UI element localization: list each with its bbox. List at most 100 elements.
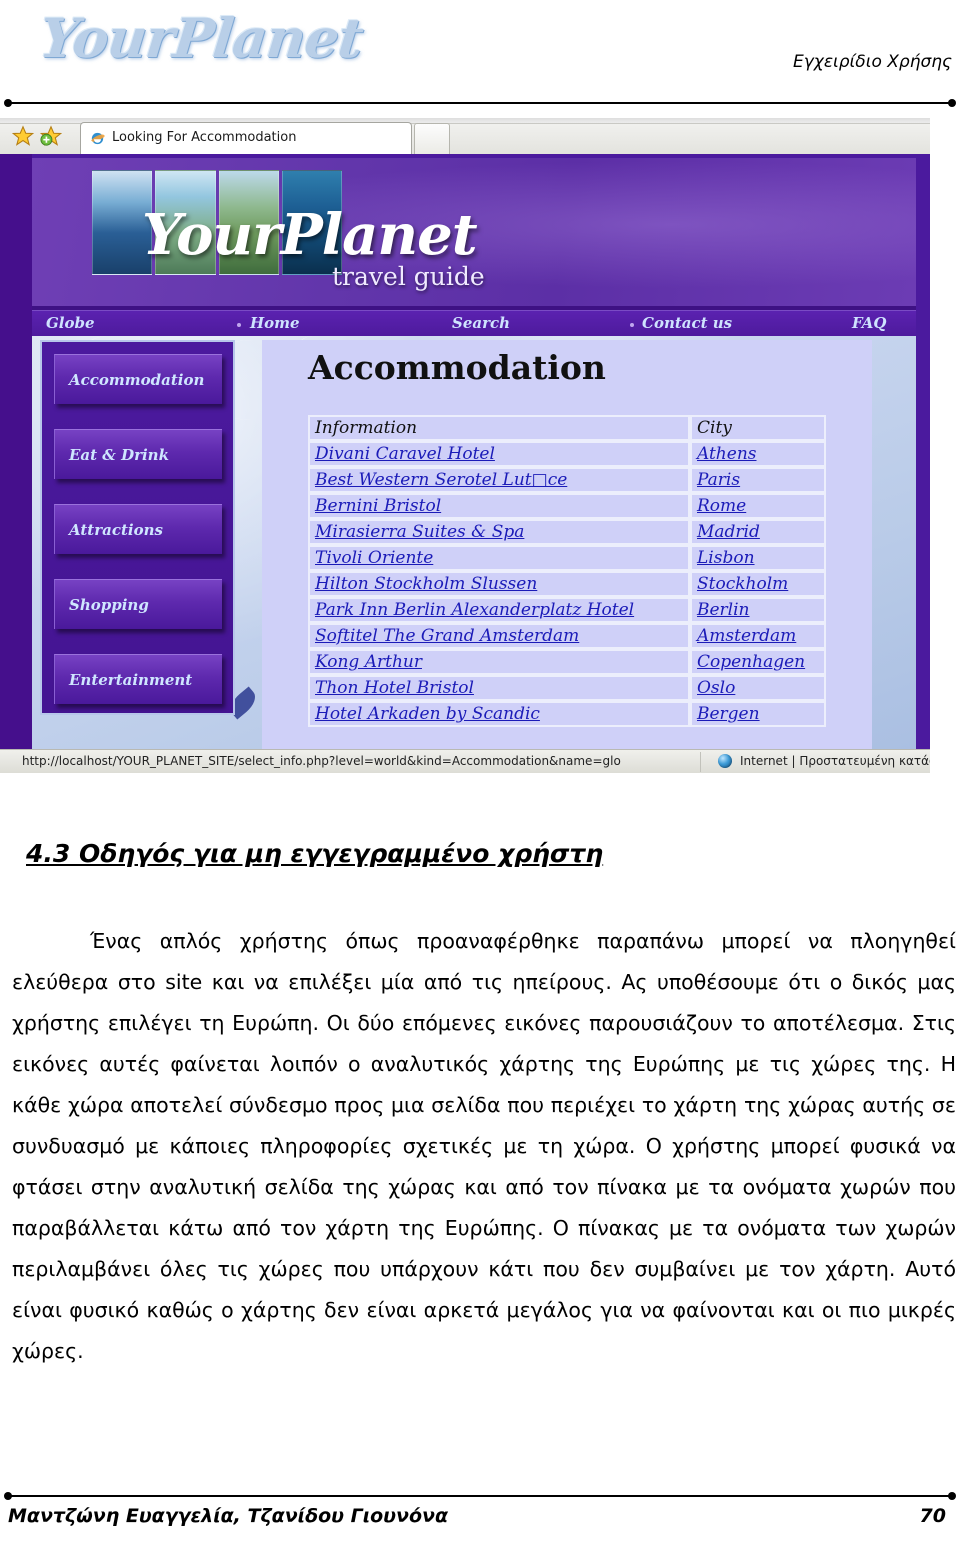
header-rule-dot-right <box>948 99 956 107</box>
browser-tab-title: Looking For Accommodation <box>112 130 297 145</box>
cell-information: Bernini Bristol <box>308 493 690 519</box>
table-row: Kong Arthur Copenhagen <box>308 649 826 675</box>
table-row: Tivoli Oriente Lisbon <box>308 545 826 571</box>
table-row: Hotel Arkaden by Scandic Bergen <box>308 701 826 727</box>
cell-information: Tivoli Oriente <box>308 545 690 571</box>
header-rule <box>4 99 956 107</box>
sidebar-item-label: Attractions <box>69 520 163 539</box>
footer-rule-line <box>8 1495 952 1497</box>
internet-explorer-icon <box>89 130 106 147</box>
sidebar-item-label: Shopping <box>69 595 149 614</box>
hotel-link[interactable]: Mirasierra Suites & Spa <box>315 522 524 542</box>
cell-information: Best Western Serotel Lut□ce <box>308 467 690 493</box>
footer-rule-dot-right <box>948 1492 956 1500</box>
section-paragraph: Ένας απλός χρήστης όπως προαναφέρθηκε πα… <box>12 928 956 1363</box>
cell-information: Hotel Arkaden by Scandic <box>308 701 690 727</box>
hotel-link[interactable]: Softitel The Grand Amsterdam <box>315 626 579 646</box>
cell-city: Paris <box>690 467 826 493</box>
sidebar-item-shopping[interactable]: Shopping <box>54 579 222 629</box>
nav-item-search[interactable]: Search <box>452 314 510 332</box>
nav-item-globe[interactable]: Globe <box>46 314 95 332</box>
hotel-link[interactable]: Kong Arthur <box>315 652 422 672</box>
city-link[interactable]: Bergen <box>697 704 760 724</box>
section-heading: 4.3 Οδηγός για μη εγγεγραμμένο χρήστη <box>26 838 604 868</box>
cell-information: Divani Caravel Hotel <box>308 441 690 467</box>
nav-bullet-icon <box>630 323 634 327</box>
column-header-information: Information <box>308 415 690 441</box>
cell-information: Park Inn Berlin Alexanderplatz Hotel <box>308 597 690 623</box>
nav-item-contact-us[interactable]: Contact us <box>642 314 732 332</box>
site-content-panel: Accommodation Information City Divani Ca… <box>262 340 872 749</box>
table-row: Mirasierra Suites & Spa Madrid <box>308 519 826 545</box>
footer-page-number: 70 <box>919 1505 946 1527</box>
table-row: Bernini Bristol Rome <box>308 493 826 519</box>
cell-city: Copenhagen <box>690 649 826 675</box>
hotel-link[interactable]: Tivoli Oriente <box>315 548 433 568</box>
accommodation-table: Information City Divani Caravel Hotel Ath… <box>308 415 826 727</box>
city-link[interactable]: Oslo <box>697 678 735 698</box>
site-sidebar: Accommodation Eat & Drink Attractions Sh… <box>40 340 235 715</box>
banner-logo-text: YourPlanet <box>142 202 478 268</box>
cell-city: Bergen <box>690 701 826 727</box>
status-zone-text: Internet | Προστατευμένη κατάσ <box>740 754 930 768</box>
header-rule-line <box>8 102 952 104</box>
browser-tab[interactable]: Looking For Accommodation <box>80 122 412 155</box>
hotel-link[interactable]: Bernini Bristol <box>315 496 441 516</box>
table-row: Hilton Stockholm Slussen Stockholm <box>308 571 826 597</box>
statusbar-separator <box>700 752 701 772</box>
logo-script-text: YourPlanet <box>36 6 366 70</box>
embedded-browser-screenshot: Looking For Accommodation YourPlanet tra… <box>0 118 930 773</box>
new-tab-button[interactable] <box>414 123 450 154</box>
hotel-link[interactable]: Thon Hotel Bristol <box>315 678 474 698</box>
city-link[interactable]: Athens <box>697 444 757 464</box>
browser-statusbar: http://localhost/YOUR_PLANET_SITE/select… <box>0 749 930 773</box>
content-title: Accommodation <box>308 348 606 387</box>
cell-city: Stockholm <box>690 571 826 597</box>
banner-subtitle: travel guide <box>332 262 485 291</box>
cell-city: Rome <box>690 493 826 519</box>
city-link[interactable]: Paris <box>697 470 740 490</box>
hotel-link[interactable]: Best Western Serotel Lut□ce <box>315 470 567 490</box>
column-header-city: City <box>690 415 826 441</box>
city-link[interactable]: Lisbon <box>697 548 755 568</box>
hotel-link[interactable]: Hilton Stockholm Slussen <box>315 574 537 594</box>
sidebar-item-attractions[interactable]: Attractions <box>54 504 222 554</box>
cell-information: Hilton Stockholm Slussen <box>308 571 690 597</box>
yourplanet-logo: YourPlanet <box>37 6 420 76</box>
table-row: Park Inn Berlin Alexanderplatz Hotel Berl… <box>308 597 826 623</box>
sidebar-item-accommodation[interactable]: Accommodation <box>54 354 222 404</box>
globe-icon <box>718 754 732 768</box>
manual-title: Εγχειρίδιο Χρήσης <box>792 52 952 72</box>
cell-information: Kong Arthur <box>308 649 690 675</box>
hotel-link[interactable]: Divani Caravel Hotel <box>315 444 495 464</box>
nav-item-faq[interactable]: FAQ <box>852 314 886 332</box>
city-link[interactable]: Madrid <box>697 522 760 542</box>
city-link[interactable]: Amsterdam <box>697 626 796 646</box>
hotel-link[interactable]: Hotel Arkaden by Scandic <box>315 704 540 724</box>
nav-item-home[interactable]: Home <box>250 314 300 332</box>
cell-information: Mirasierra Suites & Spa <box>308 519 690 545</box>
city-link[interactable]: Stockholm <box>697 574 788 594</box>
cell-city: Madrid <box>690 519 826 545</box>
star-icon[interactable] <box>11 125 35 147</box>
cell-city: Oslo <box>690 675 826 701</box>
table-row: Thon Hotel Bristol Oslo <box>308 675 826 701</box>
cell-city: Amsterdam <box>690 623 826 649</box>
sidebar-item-label: Entertainment <box>69 670 193 689</box>
sidebar-item-eat-and-drink[interactable]: Eat & Drink <box>54 429 222 479</box>
cell-city: Lisbon <box>690 545 826 571</box>
page-header: YourPlanet Εγχειρίδιο Χρήσης <box>0 0 960 100</box>
website-viewport: YourPlanet travel guide Globe Home Searc… <box>0 154 930 749</box>
table-row: Divani Caravel Hotel Athens <box>308 441 826 467</box>
table-row: Softitel The Grand Amsterdam Amsterdam <box>308 623 826 649</box>
hotel-link[interactable]: Park Inn Berlin Alexanderplatz Hotel <box>315 600 634 620</box>
city-link[interactable]: Copenhagen <box>697 652 805 672</box>
sidebar-item-entertainment[interactable]: Entertainment <box>54 654 222 704</box>
browser-chrome: Looking For Accommodation <box>0 118 930 155</box>
site-banner: YourPlanet travel guide <box>32 158 916 310</box>
table-header-row: Information City <box>308 415 826 441</box>
city-link[interactable]: Berlin <box>697 600 750 620</box>
add-favorite-star-icon[interactable] <box>39 125 63 147</box>
sidebar-item-label: Eat & Drink <box>69 445 169 464</box>
city-link[interactable]: Rome <box>697 496 746 516</box>
